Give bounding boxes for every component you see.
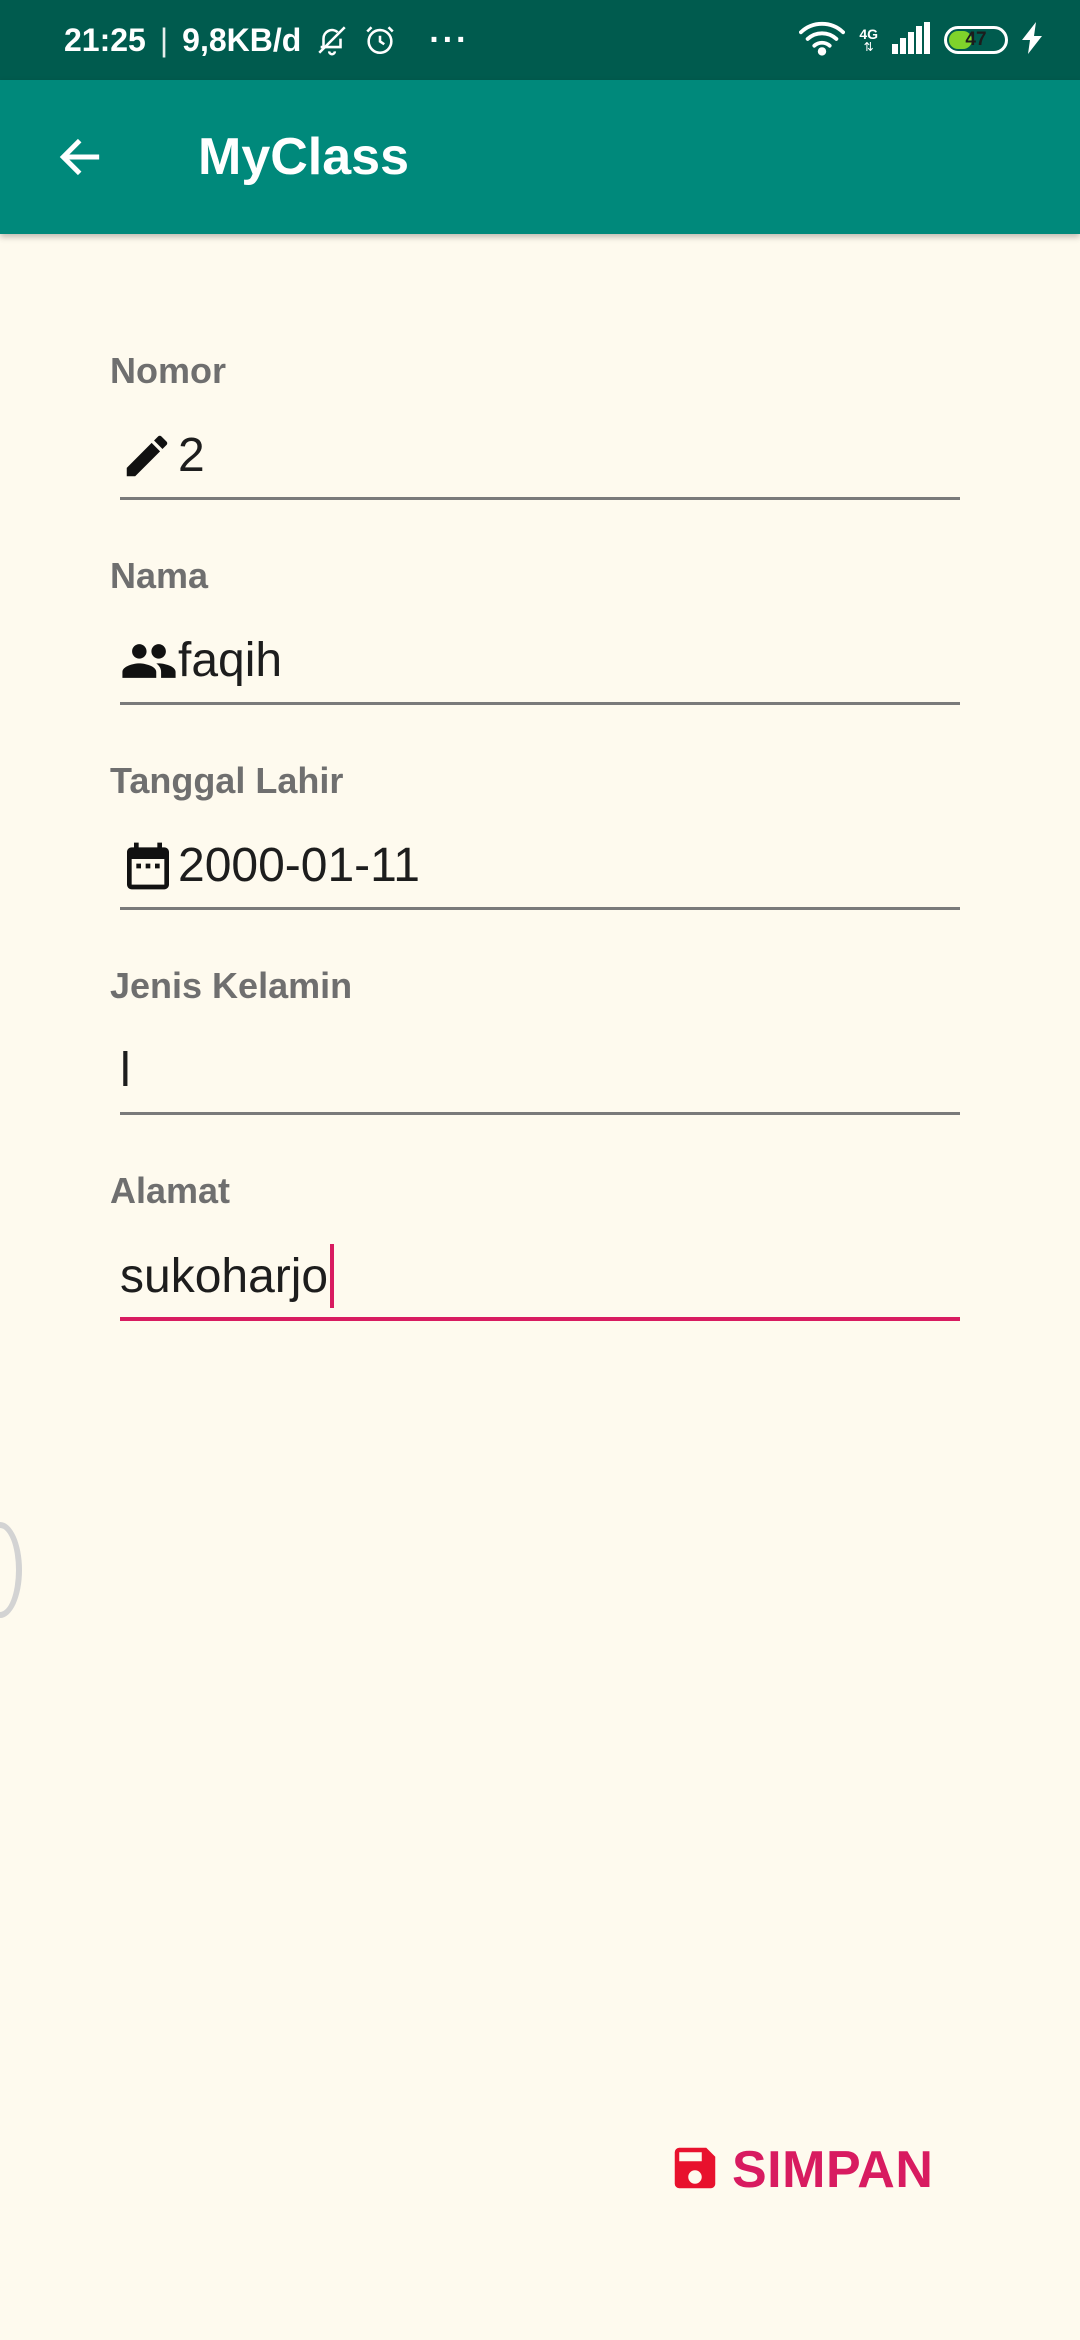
edge-swipe-handle[interactable] bbox=[0, 1522, 22, 1618]
more-notifications: ··· bbox=[429, 20, 470, 59]
network-type: 4G bbox=[859, 26, 878, 42]
nama-label: Nama bbox=[110, 555, 209, 596]
tanggal-lahir-label: Tanggal Lahir bbox=[110, 760, 344, 801]
alarm-icon bbox=[363, 23, 397, 57]
alamat-field[interactable]: sukoharjo bbox=[120, 1235, 960, 1321]
data-arrows-icon: ⇅ bbox=[863, 40, 874, 54]
back-button[interactable] bbox=[48, 125, 112, 189]
alamat-label: Alamat bbox=[110, 1170, 231, 1211]
tanggal-lahir-value: 2000-01-11 bbox=[178, 839, 420, 892]
floppy-disk-icon bbox=[668, 2141, 722, 2200]
status-separator: | bbox=[159, 21, 169, 58]
save-button-label: SIMPAN bbox=[732, 2141, 934, 2199]
arrow-left-icon bbox=[59, 138, 100, 176]
nomor-field[interactable]: 2 bbox=[120, 414, 960, 500]
network-speed: 9,8KB/d bbox=[182, 21, 302, 58]
calendar-icon bbox=[120, 836, 178, 896]
people-icon bbox=[120, 631, 178, 691]
app-bar: MyClass bbox=[0, 80, 1080, 234]
pencil-icon bbox=[120, 426, 178, 486]
bell-muted-icon bbox=[315, 23, 349, 57]
charging-icon bbox=[1022, 21, 1044, 59]
text-cursor bbox=[330, 1244, 335, 1308]
signal-icon bbox=[892, 21, 930, 59]
status-right: 4G ⇅ 47 bbox=[799, 0, 1044, 80]
status-bar: 21:25 | 9,8KB/d ··· 4G ⇅ 47 bbox=[0, 0, 1080, 80]
jenis-kelamin-value: l bbox=[120, 1044, 131, 1097]
nomor-label: Nomor bbox=[110, 350, 226, 391]
nama-value: faqih bbox=[178, 634, 283, 687]
nama-field[interactable]: faqih bbox=[120, 619, 960, 705]
battery-level: 47 bbox=[965, 29, 987, 50]
status-left: 21:25 | 9,8KB/d ··· bbox=[64, 0, 469, 80]
battery-icon: 47 bbox=[944, 26, 1008, 54]
jenis-kelamin-field[interactable]: l bbox=[120, 1029, 960, 1115]
tanggal-lahir-field[interactable]: 2000-01-11 bbox=[120, 824, 960, 910]
alamat-value: sukoharjo bbox=[120, 1249, 329, 1303]
page-title: MyClass bbox=[198, 128, 409, 186]
nomor-value: 2 bbox=[178, 429, 205, 482]
jenis-kelamin-label: Jenis Kelamin bbox=[110, 965, 353, 1006]
mobile-data: 4G ⇅ bbox=[859, 27, 878, 53]
status-time: 21:25 bbox=[64, 21, 146, 58]
save-button[interactable]: SIMPAN bbox=[668, 2132, 933, 2208]
wifi-icon bbox=[799, 20, 846, 61]
